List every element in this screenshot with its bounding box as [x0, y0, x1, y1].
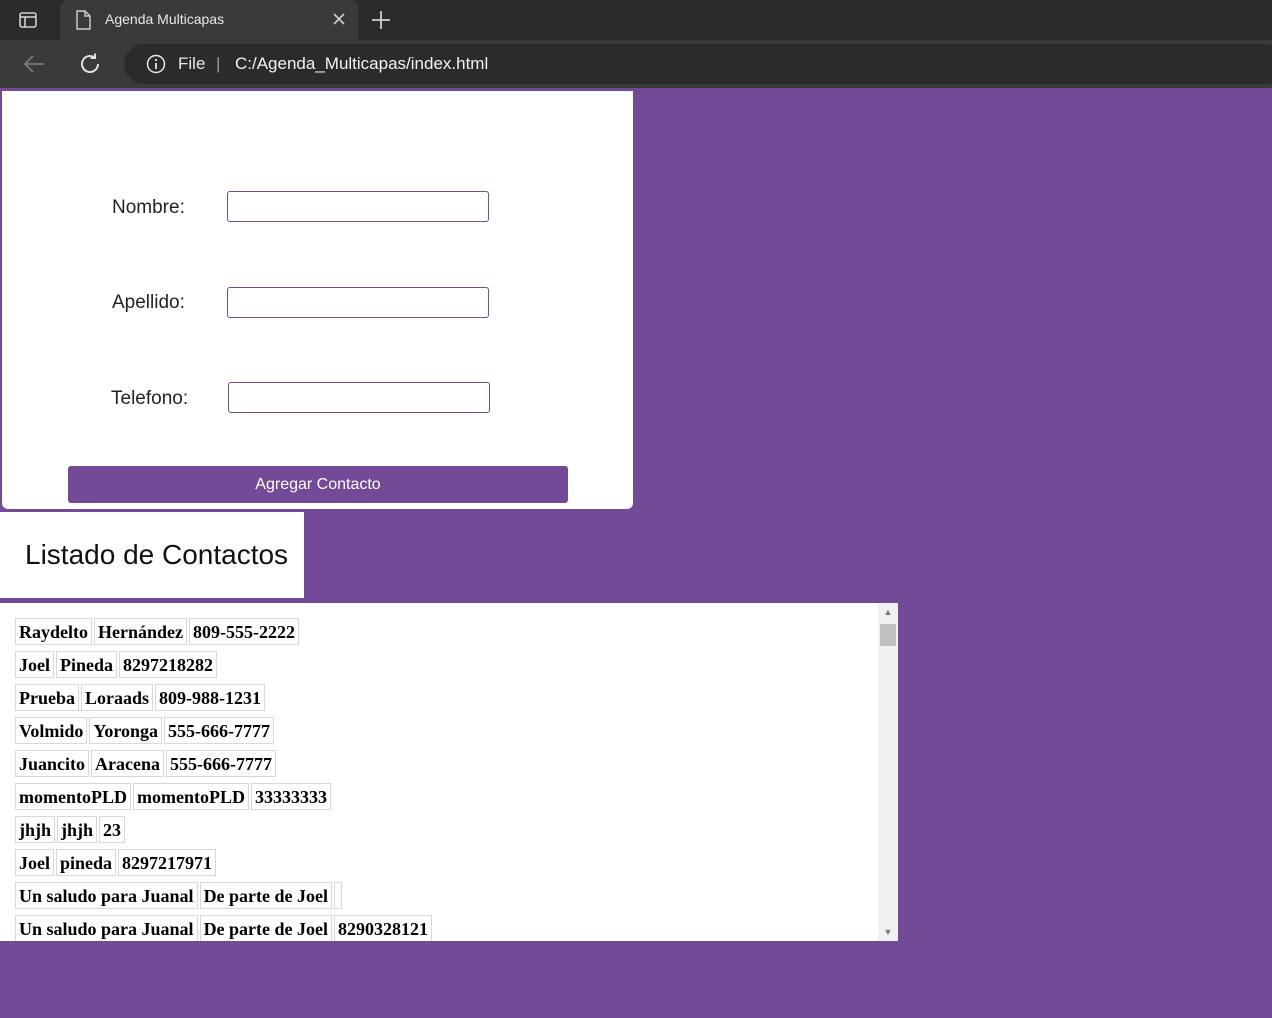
- contact-telefono-cell: 8290328121: [334, 915, 433, 941]
- contact-form: Nombre: Apellido: Telefono: Agregar Cont…: [2, 91, 633, 509]
- nombre-label: Nombre:: [112, 197, 185, 218]
- browser-tab-bar: Agenda Multicapas: [0, 0, 1272, 40]
- telefono-input[interactable]: [228, 382, 490, 413]
- contact-row: Un saludo para Juanal De parte de Joel 829…: [14, 914, 433, 941]
- url-text[interactable]: C:/Agenda_Multicapas/index.html: [235, 54, 488, 74]
- contact-row: Un saludo para Juanal De parte de Joel: [14, 881, 433, 914]
- close-tab-icon[interactable]: [330, 10, 348, 28]
- url-scheme-label: File: [178, 54, 206, 73]
- contact-apellido-cell: Yoronga: [89, 717, 163, 744]
- contact-telefono-cell: 809-555-2222: [189, 618, 299, 645]
- list-title-box: Listado de Contactos: [0, 512, 304, 598]
- scroll-down-icon[interactable]: ▼: [878, 923, 898, 941]
- contact-apellido-cell: De parte de Joel: [199, 882, 333, 909]
- contact-apellido-cell: Pineda: [56, 651, 118, 678]
- contact-nombre-cell: Un saludo para Juanal: [15, 915, 198, 941]
- reload-icon[interactable]: [78, 52, 102, 76]
- contacts-table: Raydelto Hernández 809-555-2222 Joel Pineda 8…: [14, 617, 433, 941]
- contact-apellido-cell: Loraads: [81, 684, 154, 711]
- contact-nombre-cell: Volmido: [15, 717, 88, 744]
- contact-row: momentoPLD momentoPLD 33333333: [14, 782, 433, 815]
- contact-nombre-cell: jhjh: [15, 816, 56, 843]
- contact-telefono-cell: 8297217971: [118, 849, 217, 876]
- telefono-label: Telefono:: [111, 388, 189, 409]
- contact-apellido-cell: momentoPLD: [132, 783, 249, 810]
- back-arrow-icon[interactable]: [22, 53, 46, 75]
- contact-nombre-cell: Joel: [15, 849, 54, 876]
- contact-apellido-cell: Aracena: [91, 750, 164, 777]
- contact-nombre-cell: Joel: [15, 651, 54, 678]
- contact-apellido-cell: jhjh: [57, 816, 98, 843]
- tab-title: Agenda Multicapas: [105, 11, 225, 27]
- contact-row: jhjh jhjh 23: [14, 815, 433, 848]
- contact-telefono-cell: 8297218282: [119, 651, 218, 678]
- scrollbar-thumb[interactable]: [880, 624, 896, 646]
- scroll-up-icon[interactable]: ▲: [878, 603, 898, 621]
- contact-nombre-cell: Raydelto: [15, 618, 92, 645]
- contact-row: Joel pineda 8297217971: [14, 848, 433, 881]
- browser-toolbar: File | C:/Agenda_Multicapas/index.html: [0, 40, 1272, 88]
- new-tab-icon[interactable]: [370, 9, 392, 31]
- contact-row: Raydelto Hernández 809-555-2222: [14, 617, 433, 650]
- browser-tab[interactable]: Agenda Multicapas: [60, 0, 358, 40]
- contact-nombre-cell: Un saludo para Juanal: [15, 882, 198, 909]
- vertical-scrollbar[interactable]: ▲ ▼: [878, 603, 898, 941]
- apellido-label: Apellido:: [112, 292, 185, 313]
- nombre-input[interactable]: [227, 191, 489, 222]
- document-icon: [76, 10, 91, 30]
- contact-row: Prueba Loraads 809-988-1231: [14, 683, 433, 716]
- contact-telefono-cell: 33333333: [250, 783, 331, 810]
- contact-apellido-cell: Hernández: [94, 618, 187, 645]
- contact-row: Juancito Aracena 555-666-7777: [14, 749, 433, 782]
- info-icon[interactable]: [146, 54, 166, 74]
- contact-apellido-cell: De parte de Joel: [199, 915, 333, 941]
- contact-telefono-cell: 809-988-1231: [155, 684, 266, 711]
- contact-nombre-cell: Prueba: [15, 684, 79, 711]
- tab-actions-icon[interactable]: [18, 10, 38, 30]
- contact-telefono-cell: [334, 882, 343, 909]
- contact-apellido-cell: pineda: [56, 849, 117, 876]
- add-contact-button[interactable]: Agregar Contacto: [68, 466, 568, 503]
- contact-nombre-cell: momentoPLD: [15, 783, 131, 810]
- contacts-list[interactable]: Raydelto Hernández 809-555-2222 Joel Pineda 8…: [0, 603, 898, 941]
- contact-telefono-cell: 555-666-7777: [164, 717, 275, 744]
- contact-row: Joel Pineda 8297218282: [14, 650, 433, 683]
- address-bar[interactable]: File | C:/Agenda_Multicapas/index.html: [124, 44, 1272, 84]
- contact-row: Volmido Yoronga 555-666-7777: [14, 716, 433, 749]
- apellido-input[interactable]: [227, 287, 489, 318]
- list-title: Listado de Contactos: [25, 539, 289, 570]
- contact-telefono-cell: 555-666-7777: [166, 750, 276, 777]
- contact-nombre-cell: Juancito: [15, 750, 90, 777]
- contact-telefono-cell: 23: [99, 816, 126, 843]
- url-separator: |: [216, 54, 221, 73]
